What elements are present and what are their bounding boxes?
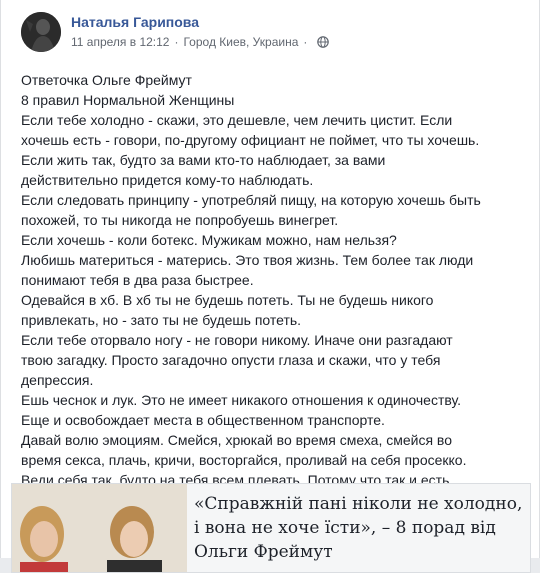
post-line: привлекать, но - зато ты не будешь потет… bbox=[21, 312, 302, 328]
link-title-line: «Справжній пані ніколи не холодно, bbox=[194, 494, 523, 514]
globe-icon[interactable] bbox=[317, 36, 330, 48]
post-card: Наталья Гарипова 11 апреля в 12:12 · Гор… bbox=[0, 0, 540, 573]
post-line: Ешь чеснок и лук. Это не имеет никакого … bbox=[21, 392, 461, 408]
link-title-line: і вона не хоче їсти», – 8 порад від bbox=[194, 518, 496, 538]
meta-separator-2: · bbox=[303, 35, 308, 49]
meta-separator: · bbox=[174, 35, 179, 49]
link-title-line: Ольги Фреймут bbox=[194, 542, 333, 562]
post-location-link[interactable]: Город Киев, Украина bbox=[183, 35, 298, 49]
link-preview-title[interactable]: «Справжній пані ніколи не холодно, і вон… bbox=[194, 492, 529, 564]
post-line: Давай волю эмоциям. Смейся, хрюкай во вр… bbox=[21, 432, 452, 448]
post-text: Ответочка Ольге Фреймут 8 правил Нормаль… bbox=[21, 70, 526, 490]
avatar[interactable] bbox=[21, 12, 61, 52]
post-line: Если хочешь - коли ботекс. Мужикам можно… bbox=[21, 232, 397, 248]
post-line: Если тебе оторвало ногу - не говори нико… bbox=[21, 332, 453, 348]
post-line: понимают тебя в два раза быстрее. bbox=[21, 272, 254, 288]
link-preview-card[interactable]: «Справжній пані ніколи не холодно, і вон… bbox=[11, 483, 531, 573]
post-line: Еще и освобождает места в общественном т… bbox=[21, 412, 385, 428]
author-name-link[interactable]: Наталья Гарипова bbox=[71, 14, 199, 30]
post-line: Одевайся в хб. В хб ты не будешь потеть.… bbox=[21, 292, 434, 308]
post-header: Наталья Гарипова 11 апреля в 12:12 · Гор… bbox=[21, 12, 521, 62]
post-line: Любишь материться - матерись. Это твоя ж… bbox=[21, 252, 474, 268]
post-meta: 11 апреля в 12:12 · Город Киев, Украина … bbox=[71, 35, 330, 49]
post-line: время секса, плачь, кричи, восторгайся, … bbox=[21, 452, 467, 468]
post-line: твою загадку. Просто загадочно опусти гл… bbox=[21, 352, 441, 368]
post-line: действительно придется кому-то наблюдать… bbox=[21, 172, 314, 188]
post-line: Если жить так, будто за вами кто-то набл… bbox=[21, 152, 386, 168]
post-line: Если тебе холодно - скажи, это дешевле, … bbox=[21, 112, 453, 128]
post-line: хочешь есть - говори, по-другому официан… bbox=[21, 132, 480, 148]
post-line: Ответочка Ольге Фреймут bbox=[21, 72, 192, 88]
post-line: 8 правил Нормальной Женщины bbox=[21, 92, 235, 108]
post-line: похожей, то ты никогда не попробуешь вин… bbox=[21, 212, 339, 228]
post-line: депрессия. bbox=[21, 372, 94, 388]
post-line: Если следовать принципу - употребляй пищ… bbox=[21, 192, 481, 208]
link-preview-image bbox=[12, 484, 187, 572]
post-date-link[interactable]: 11 апреля в 12:12 bbox=[71, 35, 169, 49]
